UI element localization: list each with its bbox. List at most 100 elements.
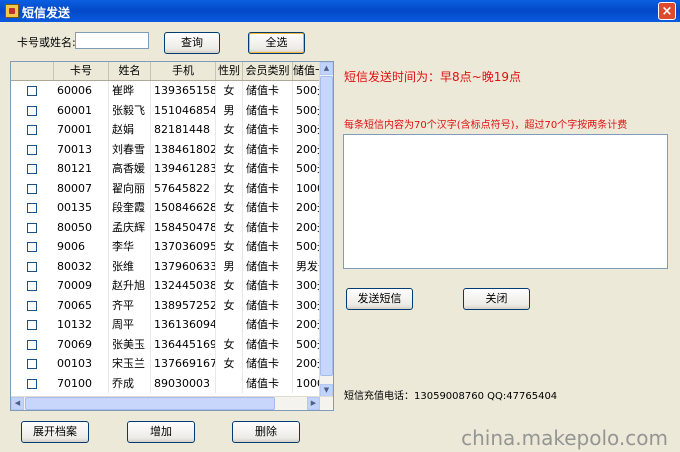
cell-gender: 女	[216, 120, 243, 140]
table-row[interactable]: 60001张毅飞15104685412男储值卡500元	[11, 100, 321, 120]
row-checkbox[interactable]	[27, 86, 37, 96]
cell-gender: 男	[216, 100, 243, 120]
close-button[interactable]: 关闭	[463, 288, 530, 310]
table-row[interactable]: 80032张维13796063362男储值卡男发卡	[11, 256, 321, 276]
cell-member-type: 储值卡	[243, 100, 293, 120]
row-checkbox[interactable]	[27, 183, 37, 194]
row-checkbox[interactable]	[27, 300, 37, 311]
cell-stored-value: 500元	[293, 334, 321, 354]
cell-card-no: 70065	[54, 295, 109, 315]
horizontal-scroll-thumb[interactable]	[25, 397, 275, 410]
cell-stored-value: 500元	[293, 159, 321, 179]
column-header-phone[interactable]: 手机	[151, 62, 216, 80]
cell-card-no: 80121	[54, 159, 109, 179]
cell-gender	[216, 315, 243, 335]
query-button[interactable]: 查询	[164, 32, 220, 54]
cell-stored-value: 200元	[293, 354, 321, 374]
vertical-scroll-thumb[interactable]	[320, 76, 333, 376]
cell-card-no: 9006	[54, 237, 109, 257]
table-row[interactable]: 70069张美玉13644516960女储值卡500元	[11, 334, 321, 354]
table-row[interactable]: 80121高香媛13946128378女储值卡500元	[11, 159, 321, 179]
send-sms-button[interactable]: 发送短信	[346, 288, 413, 310]
cell-member-type: 储值卡	[243, 178, 293, 198]
row-checkbox[interactable]	[27, 242, 37, 252]
column-header-name[interactable]: 姓名	[109, 62, 151, 80]
cell-card-no: 70001	[54, 120, 109, 140]
search-label: 卡号或姓名:	[17, 36, 76, 49]
column-header-stored-value[interactable]: 储值卡	[293, 62, 321, 80]
column-header-card[interactable]: 卡号	[54, 62, 109, 80]
row-checkbox[interactable]	[27, 125, 37, 135]
table-row[interactable]: 9006李华13703609527女储值卡500元	[11, 237, 321, 257]
table-row[interactable]: 00135段奎霞15084662830女储值卡200元	[11, 198, 321, 218]
cell-stored-value: 500元	[293, 81, 321, 101]
table-row[interactable]: 80050孟庆辉15845047886女储值卡200元	[11, 217, 321, 237]
cell-name: 张毅飞	[109, 100, 151, 120]
scroll-up-icon[interactable]: ▲	[320, 62, 333, 75]
cell-gender: 女	[216, 276, 243, 296]
cell-phone: 13644516960	[151, 334, 216, 354]
table-row[interactable]: 70013刘春雪13846180275女储值卡200元	[11, 139, 321, 159]
table-row[interactable]: 00103宋玉兰13766916732女储值卡200元	[11, 354, 321, 374]
cell-stored-value: 300元	[293, 120, 321, 140]
cell-phone: 15084662830	[151, 198, 216, 218]
expand-records-button[interactable]: 展开档案	[21, 421, 89, 443]
cell-name: 高香媛	[109, 159, 151, 179]
vertical-scrollbar[interactable]: ▲ ▼	[319, 62, 333, 397]
cell-member-type: 储值卡	[243, 81, 293, 101]
table-row[interactable]: 10132周平13613609433 储值卡200元	[11, 315, 321, 335]
row-checkbox[interactable]	[27, 378, 37, 389]
row-checkbox[interactable]	[27, 359, 37, 369]
table-row[interactable]: 70065齐平13895725275女储值卡300元	[11, 295, 321, 315]
column-header-member-type[interactable]: 会员类别	[243, 62, 293, 80]
cell-card-no: 00103	[54, 354, 109, 374]
row-checkbox[interactable]	[27, 105, 37, 116]
cell-name: 李华	[109, 237, 151, 257]
column-header-gender[interactable]: 性别	[216, 62, 243, 80]
row-checkbox[interactable]	[27, 203, 37, 213]
select-all-button[interactable]: 全选	[248, 32, 305, 54]
cell-phone: 13936515888	[151, 81, 216, 101]
row-checkbox[interactable]	[27, 281, 37, 291]
cell-gender: 女	[216, 237, 243, 257]
scroll-right-icon[interactable]: ▶	[307, 397, 320, 410]
cell-gender: 女	[216, 178, 243, 198]
row-checkbox[interactable]	[27, 261, 37, 272]
cell-member-type: 储值卡	[243, 159, 293, 179]
cell-member-type: 储值卡	[243, 295, 293, 315]
table-row[interactable]: 70001赵娟82181448女储值卡300元	[11, 120, 321, 140]
cell-phone: 57645822	[151, 178, 216, 198]
table-row[interactable]: 60006崔晔13936515888女储值卡500元	[11, 81, 321, 101]
cell-member-type: 储值卡	[243, 354, 293, 374]
row-checkbox[interactable]	[27, 222, 37, 233]
row-checkbox[interactable]	[27, 339, 37, 350]
cell-phone: 13846180275	[151, 139, 216, 159]
cell-card-no: 70013	[54, 139, 109, 159]
member-grid[interactable]: 卡号 姓名 手机 性别 会员类别 储值卡 60006崔晔13936515888女…	[10, 61, 334, 411]
delete-button[interactable]: 删除	[232, 421, 300, 443]
table-row[interactable]: 70100乔成89030003 储值卡1000元	[11, 373, 321, 393]
cell-phone: 13946128378	[151, 159, 216, 179]
cell-gender: 女	[216, 354, 243, 374]
app-icon	[5, 4, 19, 18]
grid-header: 卡号 姓名 手机 性别 会员类别 储值卡	[11, 62, 321, 81]
cell-gender: 女	[216, 334, 243, 354]
row-checkbox[interactable]	[27, 164, 37, 174]
message-textarea[interactable]	[343, 134, 668, 269]
search-input[interactable]	[75, 32, 149, 49]
cell-name: 宋玉兰	[109, 354, 151, 374]
close-window-button[interactable]: ×	[658, 2, 676, 20]
add-button[interactable]: 增加	[127, 421, 195, 443]
table-row[interactable]: 70009赵升旭13244503830女储值卡300元	[11, 276, 321, 296]
horizontal-scrollbar[interactable]: ◀ ▶	[11, 396, 333, 410]
cell-card-no: 60001	[54, 100, 109, 120]
row-checkbox[interactable]	[27, 320, 37, 330]
cell-name: 赵娟	[109, 120, 151, 140]
send-time-notice: 短信发送时间为：早8点~晚19点	[344, 70, 521, 84]
cell-member-type: 储值卡	[243, 120, 293, 140]
cell-stored-value: 200元	[293, 139, 321, 159]
scroll-left-icon[interactable]: ◀	[11, 397, 24, 410]
row-checkbox[interactable]	[27, 144, 37, 155]
cell-stored-value: 200元	[293, 315, 321, 335]
table-row[interactable]: 80007翟向丽57645822女储值卡1000元	[11, 178, 321, 198]
